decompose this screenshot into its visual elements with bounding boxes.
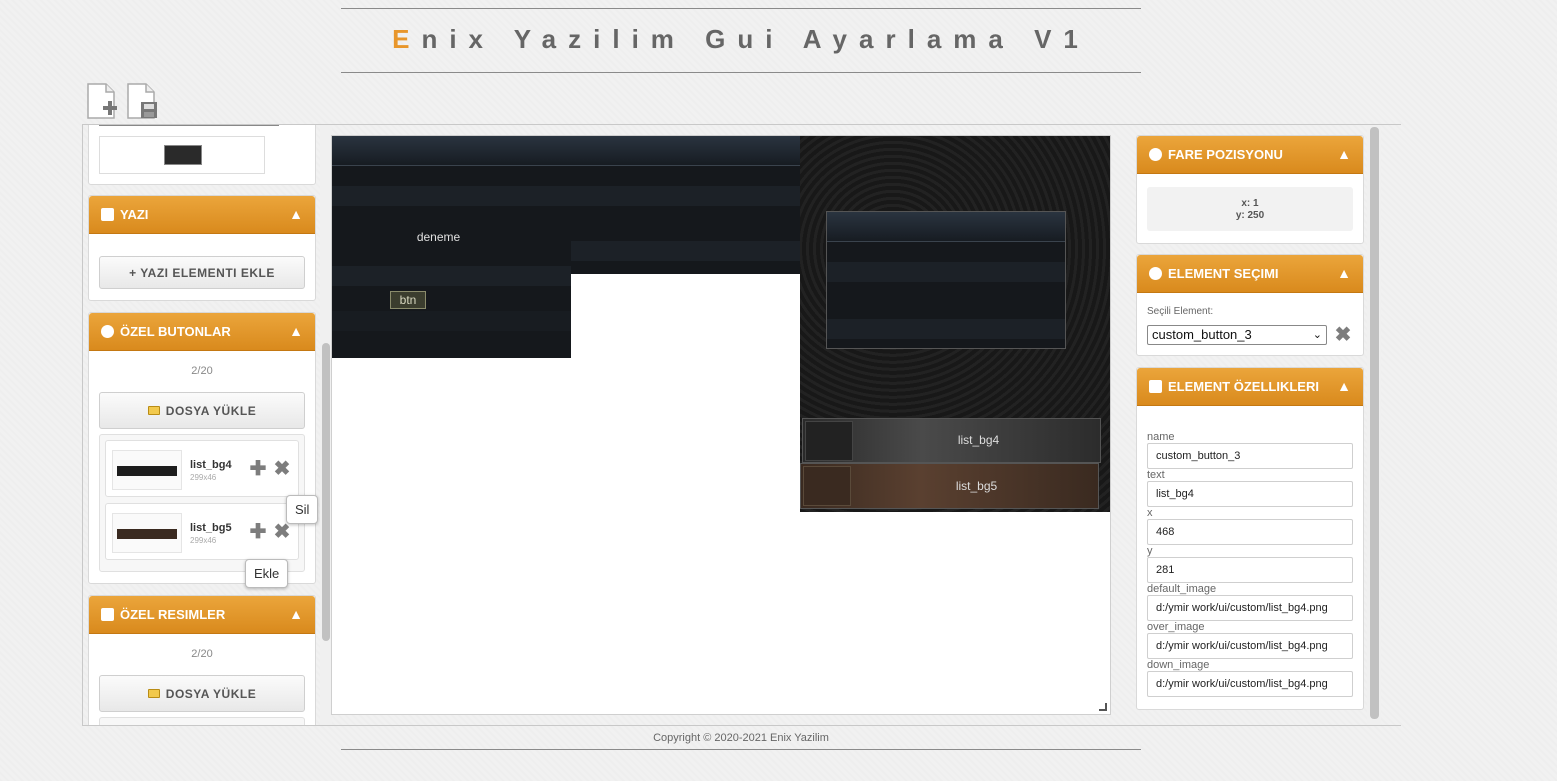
gui-window-3[interactable]: list_bg4 list_bg5	[800, 136, 1110, 512]
ozel-butonlar-header[interactable]: ÖZEL BUTONLAR ▲	[89, 313, 315, 351]
canvas-resize-handle[interactable]	[1099, 703, 1107, 711]
image-count: 2/20	[191, 648, 213, 660]
field-label-y: y	[1147, 545, 1153, 557]
text-field[interactable]: list_bg4	[1147, 481, 1353, 507]
element-ozellikleri-panel: ELEMENT ÖZELLIKLERI ▲ name custom_button…	[1136, 367, 1364, 710]
element-secimi-header[interactable]: ELEMENT SEÇIMI ▲	[1137, 255, 1363, 293]
upload-image-button[interactable]: DOSYA YÜKLE	[99, 675, 305, 712]
list-bg4-label: list_bg4	[957, 433, 1000, 447]
ozel-butonlar-title: ÖZEL BUTONLAR	[120, 324, 231, 339]
field-label-name: name	[1147, 431, 1175, 443]
yazi-title: YAZI	[120, 207, 149, 222]
header-bottom-line	[341, 72, 1141, 73]
mouse-y: y: 250	[1235, 210, 1265, 221]
delete-tooltip: Sil	[286, 495, 319, 524]
new-file-icon[interactable]	[84, 82, 120, 122]
x-field[interactable]: 468	[1147, 519, 1353, 545]
y-field[interactable]: 281	[1147, 557, 1353, 583]
left-sidebar: YAZI ▲ + YAZI ELEMENTI EKLE ÖZEL BUTONLA…	[82, 125, 333, 725]
mouse-x: x: 1	[1241, 198, 1259, 209]
collapse-caret-icon[interactable]: ▲	[289, 323, 303, 339]
ozel-resimler-panel: ÖZEL RESIMLER ▲ 2/20 DOSYA YÜKLE	[88, 595, 316, 725]
clipboard-icon	[1149, 380, 1162, 393]
inner-panel[interactable]	[826, 211, 1066, 349]
field-label-x: x	[1147, 507, 1153, 519]
delete-icon[interactable]: ✖	[273, 522, 291, 542]
field-label-text: text	[1147, 469, 1165, 481]
list-item: list_bg4 299x46 ✚ ✖	[105, 440, 299, 497]
yazi-panel: YAZI ▲ + YAZI ELEMENTI EKLE	[88, 195, 316, 301]
selected-element-label: Seçili Element:	[1147, 306, 1214, 317]
item-name: list_bg5	[190, 522, 232, 534]
over-image-field[interactable]: d:/ymir work/ui/custom/list_bg4.png	[1147, 633, 1353, 659]
palette-icon	[101, 325, 114, 338]
button-count: 2/20	[191, 365, 213, 377]
list-bg5-label: list_bg5	[955, 479, 998, 493]
button-list: list_bg4 299x46 ✚ ✖ list_bg5 299x46 ✚ ✖	[99, 434, 305, 572]
window-text[interactable]: deneme	[332, 230, 545, 244]
add-text-element-button[interactable]: + YAZI ELEMENTI EKLE	[99, 256, 305, 289]
field-label-default-image: default_image	[1147, 583, 1217, 595]
fare-title: FARE POZISYONU	[1168, 147, 1283, 162]
folder-icon	[147, 406, 160, 415]
field-label-over-image: over_image	[1147, 621, 1205, 633]
secim-title: ELEMENT SEÇIMI	[1168, 266, 1279, 281]
image-list	[99, 717, 305, 725]
list-item: list_bg5 299x46 ✚ ✖	[105, 503, 299, 560]
yazi-panel-header[interactable]: YAZI ▲	[89, 196, 315, 234]
add-tooltip: Ekle	[245, 559, 289, 588]
header-top-line	[341, 8, 1141, 9]
element-select-dropdown[interactable]: custom_button_3 ⌄	[1147, 325, 1327, 345]
fare-pozisyonu-header[interactable]: FARE POZISYONU ▲	[1137, 136, 1363, 174]
image-preview	[99, 136, 265, 174]
footer-line	[341, 749, 1141, 750]
gui-window-2[interactable]	[571, 136, 800, 274]
delete-icon[interactable]: ✖	[273, 459, 291, 479]
item-thumbnail	[112, 513, 182, 553]
down-image-field[interactable]: d:/ymir work/ui/custom/list_bg4.png	[1147, 671, 1353, 697]
text-doc-icon	[101, 208, 114, 221]
gui-window-1[interactable]: deneme btn	[332, 136, 571, 358]
list-bg4-button[interactable]: list_bg4	[802, 418, 1101, 463]
element-secimi-panel: ELEMENT SEÇIMI ▲ Seçili Element: custom_…	[1136, 254, 1364, 356]
save-file-icon[interactable]	[124, 82, 160, 122]
add-icon[interactable]: ✚	[249, 459, 267, 479]
target-icon	[1149, 148, 1162, 161]
collapse-caret-icon[interactable]: ▲	[1337, 378, 1351, 394]
previous-panel	[88, 125, 316, 185]
item-size: 299x46	[190, 473, 217, 482]
collapse-caret-icon[interactable]: ▲	[1337, 146, 1351, 162]
chevron-down-icon: ⌄	[1312, 329, 1322, 341]
page-title: Enix Yazilim Gui Ayarlama V1	[392, 24, 1090, 54]
ozel-resimler-title: ÖZEL RESIMLER	[120, 607, 226, 622]
ozel-butonlar-panel: ÖZEL BUTONLAR ▲ 2/20 DOSYA YÜKLE list_bg…	[88, 312, 316, 584]
item-size: 299x46	[190, 536, 217, 545]
ozel-resimler-header[interactable]: ÖZEL RESIMLER ▲	[89, 596, 315, 634]
image-icon	[101, 608, 114, 621]
left-scrollbar-thumb[interactable]	[322, 343, 330, 641]
settings-icon	[1149, 267, 1162, 280]
collapse-caret-icon[interactable]: ▲	[289, 606, 303, 622]
footer-copyright: Copyright © 2020-2021 Enix Yazilim	[653, 732, 829, 744]
element-ozellikleri-header[interactable]: ELEMENT ÖZELLIKLERI ▲	[1137, 368, 1363, 406]
delete-element-icon[interactable]: ✖	[1334, 325, 1352, 345]
design-canvas[interactable]: deneme btn list_bg4 list_bg5	[331, 135, 1111, 715]
upload-file-button[interactable]: DOSYA YÜKLE	[99, 392, 305, 429]
list-bg5-button[interactable]: list_bg5	[800, 463, 1099, 509]
window-button[interactable]: btn	[390, 291, 426, 309]
mouse-position-display: x: 1 y: 250	[1147, 187, 1353, 231]
right-scrollbar-thumb[interactable]	[1370, 127, 1379, 719]
folder-icon	[147, 689, 160, 698]
field-label-down-image: down_image	[1147, 659, 1210, 671]
collapse-caret-icon[interactable]: ▲	[1337, 265, 1351, 281]
default-image-field[interactable]: d:/ymir work/ui/custom/list_bg4.png	[1147, 595, 1353, 621]
add-icon[interactable]: ✚	[249, 522, 267, 542]
collapse-caret-icon[interactable]: ▲	[289, 206, 303, 222]
fare-pozisyonu-panel: FARE POZISYONU ▲ x: 1 y: 250	[1136, 135, 1364, 244]
item-thumbnail	[112, 450, 182, 490]
item-name: list_bg4	[190, 459, 232, 471]
name-field[interactable]: custom_button_3	[1147, 443, 1353, 469]
ozellikler-title: ELEMENT ÖZELLIKLERI	[1168, 379, 1319, 394]
